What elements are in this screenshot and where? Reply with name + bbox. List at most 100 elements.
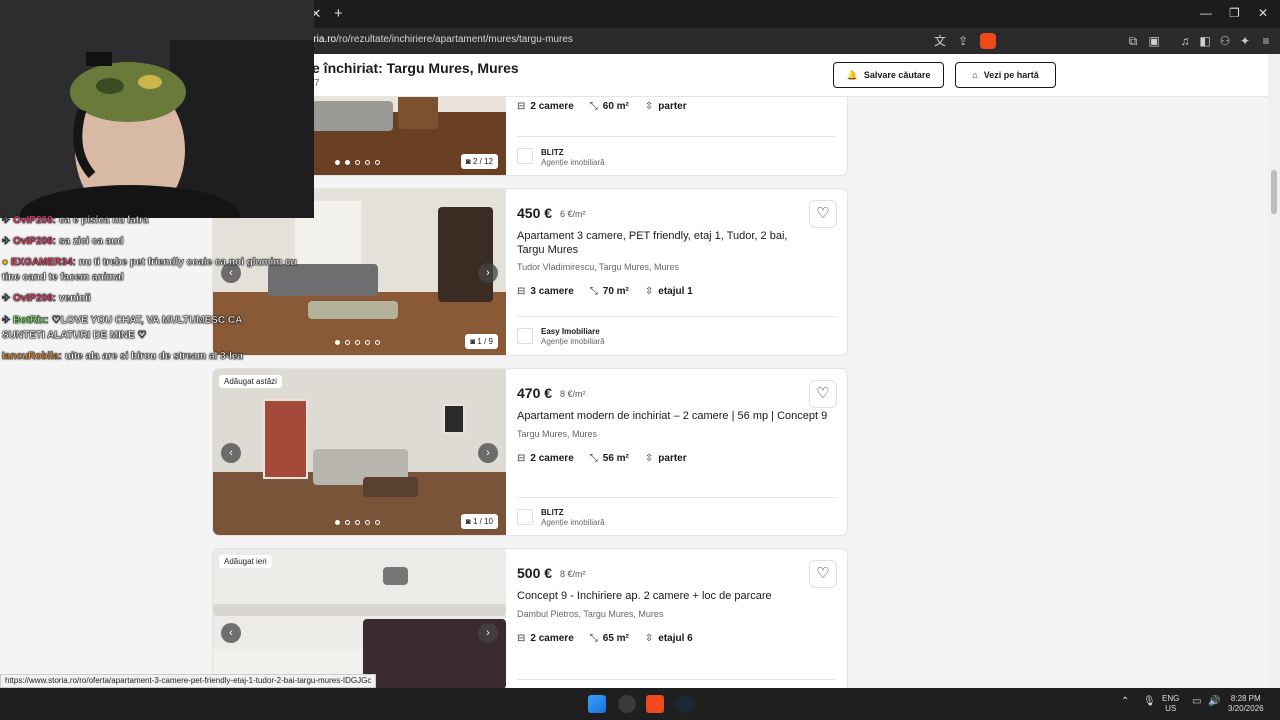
brave-shields-icon[interactable] [980, 33, 996, 49]
listing-info: 470 € 8 €/m² ♡ Apartament modern de inch… [517, 369, 837, 535]
agency-name: BLITZ [541, 508, 564, 517]
favorite-button[interactable]: ♡ [809, 200, 837, 228]
floor-icon: ⇳ [644, 101, 654, 112]
divider [517, 136, 837, 137]
microphone-icon[interactable]: 🎙 [1143, 697, 1156, 707]
listing-features: ⊟ 3 camere ⤡ 70 m² ⇳ etajul 1 [517, 286, 693, 297]
previous-photo-button[interactable]: ‹ [221, 443, 241, 463]
restore-icon[interactable]: ❐ [1229, 6, 1240, 20]
chat-text: sa zici ca aud [58, 236, 124, 247]
area-icon: ⤡ [589, 633, 598, 644]
previous-photo-button[interactable]: ‹ [221, 623, 241, 643]
price-per-m2: 8 €/m² [560, 569, 586, 579]
camera-icon: ◙ [465, 157, 471, 166]
leo-ai-icon[interactable]: ✦ [1237, 33, 1253, 49]
chat-message: ✈ OvIP206: sa zici ca aud [2, 236, 124, 247]
listing-card[interactable]: Adăugat ieri ‹ › 500 € 8 €/m² ♡ Concept … [212, 548, 848, 688]
agency-name: Easy Imobiliare [541, 327, 600, 336]
scrollbar-thumb[interactable] [1271, 170, 1277, 214]
rooms-value: 3 camere [530, 286, 574, 297]
listing-address: Targu Mures, Mures [517, 429, 598, 439]
floor-icon: ⇳ [644, 633, 654, 644]
media-icon[interactable]: ♫ [1177, 33, 1193, 49]
listing-title[interactable]: Apartament modern de inchiriat – 2 camer… [517, 409, 847, 423]
language-indicator[interactable]: ENG US [1162, 694, 1179, 714]
photo-dots[interactable] [335, 160, 380, 165]
listing-price: 450 € [517, 205, 553, 221]
agency-name: BLITZ [541, 148, 564, 157]
share-icon[interactable]: ⇪ [955, 33, 971, 49]
map-view-button[interactable]: ⌂ Vezi pe hartă [955, 62, 1056, 88]
next-photo-button[interactable]: › [478, 263, 498, 283]
listing-title[interactable]: Apartament 3 camere, PET friendly, etaj … [517, 229, 817, 257]
floor-value: etajul 6 [658, 633, 693, 644]
chat-username: EXGAMER34: [10, 257, 76, 268]
volume-icon[interactable]: 🔊 [1208, 697, 1220, 707]
address-bar[interactable]: storia.ro/ro/rezultate/inchiriere/aparta… [300, 34, 573, 45]
rooms-value: 2 camere [530, 101, 574, 112]
sidebar-icon[interactable]: ◧ [1197, 33, 1213, 49]
chat-username: OvIP206: [13, 215, 56, 226]
new-tab-icon[interactable]: + [334, 5, 343, 22]
chat-text: uite ala are si birou de stream al 3-lea [65, 351, 243, 362]
chat-message: ● EXGAMER34: nu ti trebe pet friendly coa… [2, 257, 297, 268]
favorite-button[interactable]: ♡ [809, 380, 837, 408]
map-pin-icon: ⌂ [972, 70, 978, 80]
photo-dots[interactable] [335, 340, 380, 345]
save-search-label: Salvare căutare [863, 70, 931, 80]
wallet-icon[interactable]: ▣ [1146, 33, 1162, 49]
floor-feature: ⇳ etajul 6 [645, 633, 693, 644]
listing-address: Tudor Vladimirescu, Targu Mures, Mures [517, 262, 680, 272]
area-feature: ⤡ 65 m² [590, 633, 629, 644]
listing-photo[interactable]: Adăugat astăzi ‹ › ◙ 1 / 10 [213, 369, 506, 535]
rooms-icon: ⊟ [517, 633, 526, 644]
menu-icon[interactable]: ≡ [1258, 33, 1274, 49]
divider [517, 497, 837, 498]
listing-price: 500 € [517, 565, 553, 581]
floor-feature: ⇳ parter [645, 101, 687, 112]
profile-icon[interactable]: ⚇ [1217, 33, 1233, 49]
heart-icon: ♡ [816, 205, 830, 222]
chat-text: nu ti trebe pet friendly coaie ca noi gl… [78, 257, 297, 268]
tray-chevron-icon[interactable]: ⌃ [1121, 697, 1129, 707]
floor-value: parter [658, 101, 687, 112]
close-window-icon[interactable]: ✕ [1258, 6, 1268, 20]
results-count: 7 [314, 78, 320, 89]
rooms-feature: ⊟ 2 camere [517, 453, 574, 464]
listing-title[interactable]: Concept 9 - Inchiriere ap. 2 camere + lo… [517, 589, 847, 603]
area-icon: ⤡ [589, 286, 598, 297]
save-search-button[interactable]: 🔔 Salvare căutare [833, 62, 944, 88]
translate-icon[interactable]: 文 [932, 33, 948, 49]
network-icon[interactable]: ▭ [1192, 697, 1201, 707]
windows-start-icon[interactable] [588, 695, 606, 713]
listing-address: Dambul Pietros, Targu Mures, Mures [517, 609, 664, 619]
favorite-button[interactable]: ♡ [809, 560, 837, 588]
area-icon: ⤡ [589, 101, 598, 112]
brave-browser-icon[interactable] [646, 695, 664, 713]
extensions-icon[interactable]: ⧉ [1125, 33, 1141, 49]
steam-icon[interactable] [676, 695, 694, 713]
page-scrollbar[interactable] [1268, 54, 1280, 688]
heart-icon: ♡ [816, 565, 830, 582]
area-feature: ⤡ 56 m² [590, 453, 629, 464]
chat-text: ca e pisica nu latra [58, 215, 149, 226]
photo-dots[interactable] [335, 520, 380, 525]
area-value: 65 m² [602, 633, 629, 644]
chat-text: venioii [58, 293, 91, 304]
chat-message-continued: tine cand te facem animal [2, 272, 124, 283]
added-badge: Adăugat astăzi [219, 375, 282, 388]
price-per-m2: 8 €/m² [560, 389, 586, 399]
clock[interactable]: 8:28 PM 3/20/2026 [1228, 694, 1264, 714]
listing-card[interactable]: Adăugat astăzi ‹ › ◙ 1 / 10 470 € 8 €/m²… [212, 368, 848, 536]
minimize-icon[interactable]: — [1200, 6, 1212, 20]
agency-logo [517, 328, 533, 344]
floor-icon: ⇳ [644, 286, 654, 297]
floor-feature: ⇳ parter [645, 453, 687, 464]
next-photo-button[interactable]: › [478, 623, 498, 643]
rooms-icon: ⊟ [517, 453, 526, 464]
rooms-icon: ⊟ [517, 286, 526, 297]
listing-photo[interactable]: Adăugat ieri ‹ › [213, 549, 506, 688]
obs-icon[interactable] [618, 695, 636, 713]
photo-counter: ◙ 1 / 9 [465, 334, 498, 349]
next-photo-button[interactable]: › [478, 443, 498, 463]
